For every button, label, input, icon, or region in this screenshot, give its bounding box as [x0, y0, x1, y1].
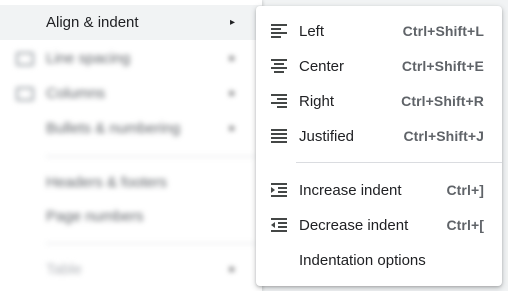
menu-item-label: Page numbers — [46, 208, 144, 225]
submenu-arrow-icon: ▸ — [230, 264, 236, 275]
menu-item-indentation-options[interactable]: Indentation options — [256, 244, 502, 276]
menu-item-label: Left — [299, 23, 325, 40]
line-spacing-icon — [16, 51, 34, 66]
menu-item-increase-indent[interactable]: Increase indent Ctrl+] — [256, 174, 502, 206]
menu-item-bullets-numbering[interactable]: Bullets & numbering ▸ — [0, 111, 262, 146]
menu-item-columns[interactable]: Columns ▸ — [0, 76, 262, 111]
submenu-arrow-icon: ▸ — [230, 88, 236, 99]
menu-item-align-justified[interactable]: Justified Ctrl+Shift+J — [256, 120, 502, 152]
menu-divider — [46, 243, 256, 244]
menu-item-label: Columns — [46, 85, 106, 102]
align-justify-icon — [271, 129, 287, 143]
menu-item-label: Line spacing — [46, 50, 131, 67]
align-center-icon — [271, 59, 287, 73]
shortcut-label: Ctrl+Shift+R — [401, 93, 484, 109]
shortcut-label: Ctrl+Shift+J — [403, 128, 484, 144]
menu-item-align-right[interactable]: Right Ctrl+Shift+R — [256, 85, 502, 117]
submenu-arrow-icon: ▸ — [230, 123, 236, 134]
menu-item-line-spacing[interactable]: Line spacing ▸ — [0, 41, 262, 76]
format-menu: Align & indent ▸ Line spacing ▸ Columns … — [0, 0, 262, 291]
menu-item-align-center[interactable]: Center Ctrl+Shift+E — [256, 50, 502, 82]
align-indent-submenu: Left Ctrl+Shift+L Center Ctrl+Shift+E Ri… — [256, 6, 502, 286]
shortcut-label: Ctrl+Shift+E — [401, 58, 484, 74]
decrease-indent-icon — [271, 218, 287, 232]
menu-item-label: Align & indent — [46, 14, 139, 31]
menu-item-headers-footers[interactable]: Headers & footers — [0, 165, 262, 200]
menu-item-table[interactable]: Table ▸ — [0, 252, 262, 287]
menu-item-label: Right — [299, 93, 335, 110]
menu-item-align-left[interactable]: Left Ctrl+Shift+L — [256, 15, 502, 47]
shortcut-label: Ctrl+] — [446, 182, 484, 198]
shortcut-label: Ctrl+[ — [446, 217, 484, 233]
menu-divider — [296, 162, 502, 163]
menu-item-label: Table — [46, 261, 82, 278]
submenu-arrow-icon: ▸ — [230, 53, 236, 64]
menu-item-align-indent[interactable]: Align & indent ▸ — [0, 5, 262, 40]
menu-item-page-numbers[interactable]: Page numbers — [0, 199, 262, 234]
columns-icon — [16, 86, 34, 101]
menu-item-decrease-indent[interactable]: Decrease indent Ctrl+[ — [256, 209, 502, 241]
menu-item-label: Increase indent — [299, 182, 402, 199]
menu-item-label: Decrease indent — [299, 217, 409, 234]
align-left-icon — [271, 24, 287, 38]
menu-divider — [46, 156, 256, 157]
menu-item-label: Center — [299, 58, 345, 75]
menu-item-label: Indentation options — [299, 252, 426, 269]
menu-item-label: Headers & footers — [46, 174, 167, 191]
submenu-arrow-icon: ▸ — [230, 17, 236, 28]
align-right-icon — [271, 94, 287, 108]
menu-item-label: Justified — [299, 128, 355, 145]
menu-item-label: Bullets & numbering — [46, 120, 181, 137]
shortcut-label: Ctrl+Shift+L — [402, 23, 484, 39]
increase-indent-icon — [271, 183, 287, 197]
